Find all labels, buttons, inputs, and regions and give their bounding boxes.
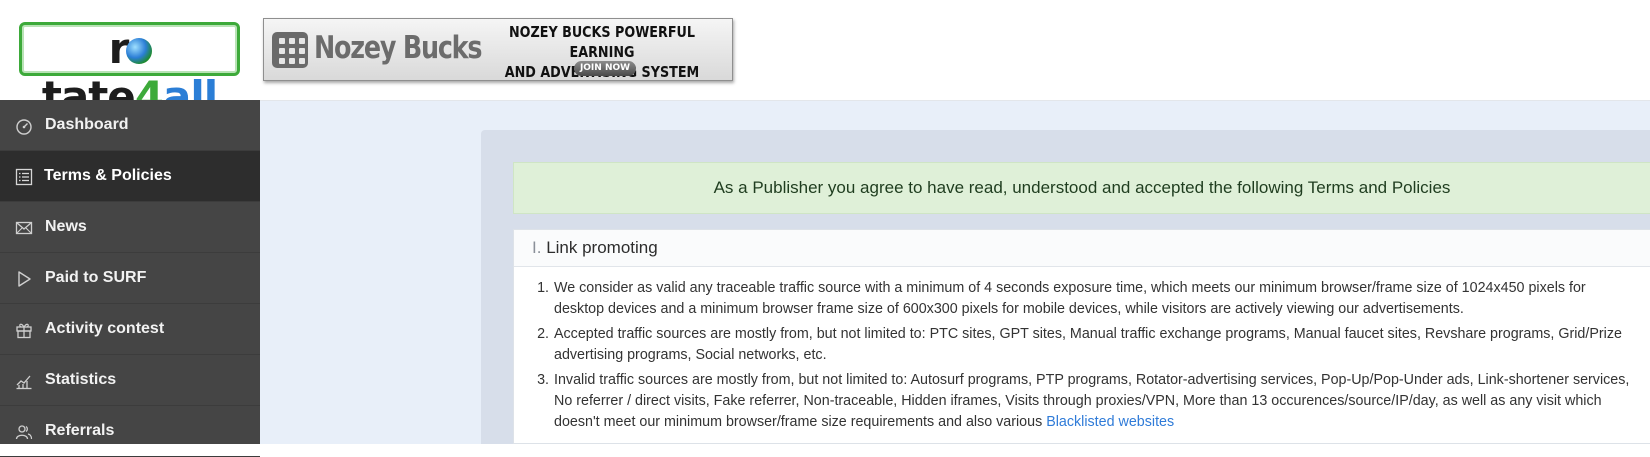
sidebar: Dashboard Terms & Policies News Paid to … [0,100,260,457]
rotate4all-logo[interactable]: rtate4all [19,22,240,121]
blacklisted-websites-link[interactable]: Blacklisted websites [1046,414,1174,430]
list-item: Invalid traffic sources are mostly from,… [553,370,1630,433]
term-text: Accepted traffic sources are mostly from… [554,326,1622,363]
main-content: As a Publisher you agree to have read, u… [260,101,1650,444]
header: rtate4all Nozey Bucks NOZEY BUCKS POWERF… [0,0,1650,121]
envelope-icon [15,219,33,237]
sidebar-item-dashboard[interactable]: Dashboard [0,100,260,151]
sidebar-item-statistics[interactable]: Statistics [0,355,260,406]
users-icon [15,423,33,441]
publisher-agreement-alert: As a Publisher you agree to have read, u… [513,162,1650,214]
terms-section-card: I. Link promoting We consider as valid a… [513,229,1650,444]
section-number: I. [532,238,542,257]
grid-icon [272,32,308,68]
sidebar-item-news[interactable]: News [0,202,260,253]
sidebar-item-referrals[interactable]: Referrals [0,406,260,457]
sidebar-item-activity-contest[interactable]: Activity contest [0,304,260,355]
banner-brand: Nozey Bucks [314,30,482,66]
sidebar-item-label: Referrals [45,422,115,439]
section-header: I. Link promoting [514,230,1650,267]
speedometer-icon [15,117,33,135]
chart-icon [15,372,33,390]
sidebar-item-label: Paid to SURF [45,269,147,286]
list-item: We consider as valid any traceable traff… [553,278,1630,320]
gift-icon [15,321,33,339]
list-icon [15,168,33,186]
content-panel: As a Publisher you agree to have read, u… [481,130,1650,444]
list-item: Accepted traffic sources are mostly from… [553,324,1630,366]
sidebar-item-label: News [45,218,87,235]
sidebar-item-paid-to-surf[interactable]: Paid to SURF [0,253,260,304]
sidebar-item-label: Terms & Policies [44,167,172,184]
nozey-bucks-banner[interactable]: Nozey Bucks NOZEY BUCKS POWERFUL EARNING… [263,18,733,81]
play-icon [15,270,33,288]
sidebar-item-label: Statistics [45,371,117,388]
terms-list: We consider as valid any traceable traff… [514,267,1650,433]
section-title: Link promoting [546,238,658,257]
sidebar-item-label: Dashboard [45,116,129,133]
join-now-button[interactable]: JOIN NOW [574,61,636,76]
term-text: We consider as valid any traceable traff… [554,280,1586,317]
globe-icon [126,38,153,64]
sidebar-item-label: Activity contest [45,320,165,337]
sidebar-item-terms-policies[interactable]: Terms & Policies [0,151,260,202]
